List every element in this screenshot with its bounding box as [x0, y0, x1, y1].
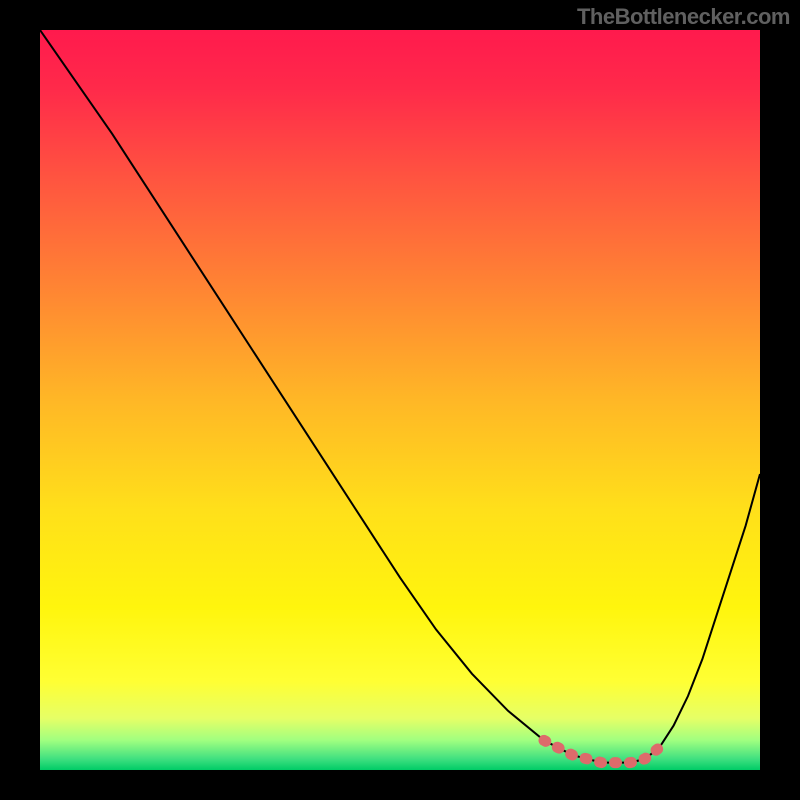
watermark-text: TheBottlenecker.com	[577, 4, 790, 30]
gradient-background	[40, 30, 760, 770]
plot-area	[40, 30, 760, 770]
chart-container: TheBottlenecker.com	[0, 0, 800, 800]
chart-svg	[40, 30, 760, 770]
